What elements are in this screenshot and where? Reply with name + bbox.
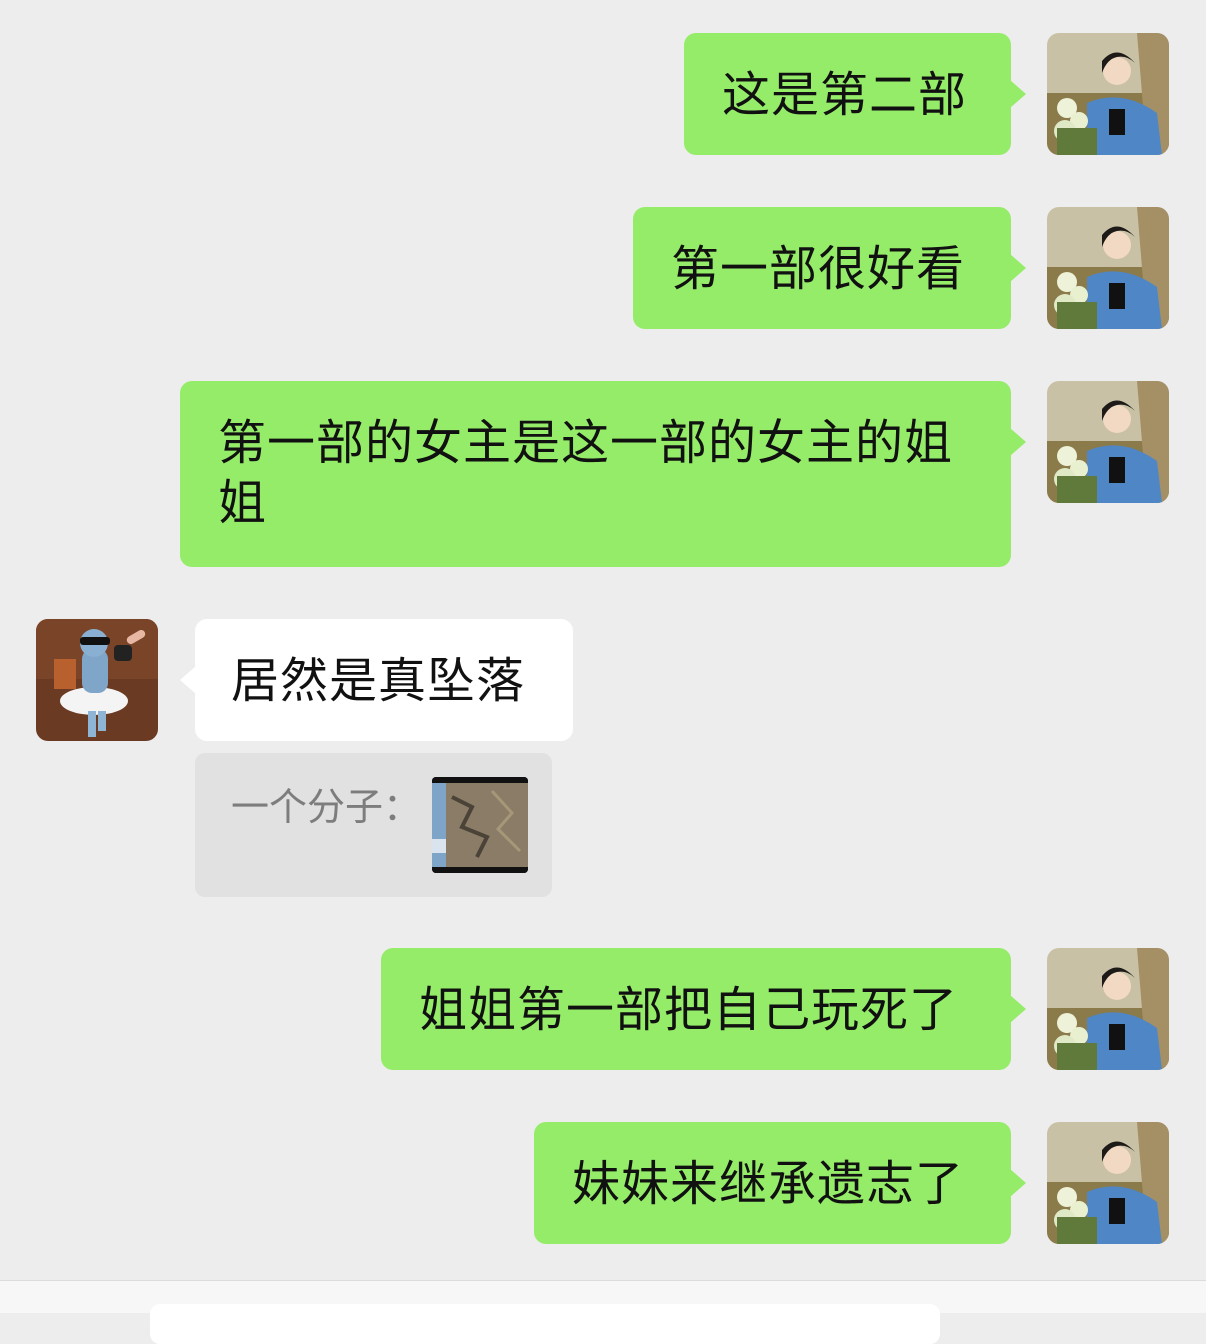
message-bubble[interactable]: 第一部的女主是这一部的女主的姐姐: [180, 381, 1011, 567]
image-thumbnail-icon: [432, 777, 528, 873]
message-bubble[interactable]: 姐姐第一部把自己玩死了: [381, 948, 1011, 1070]
bubble-tail: [1010, 428, 1026, 456]
woman-with-flowers-icon: [1047, 1122, 1169, 1244]
message-input[interactable]: [150, 1304, 940, 1344]
quoted-message[interactable]: 一个分子：: [195, 753, 552, 897]
bubble-tail: [1010, 995, 1026, 1023]
quote-text: 一个分子：: [231, 785, 422, 829]
message-bubble[interactable]: 居然是真坠落: [195, 619, 573, 741]
message-bubble[interactable]: 第一部很好看: [633, 207, 1011, 329]
message-text: 居然是真坠落: [231, 653, 526, 709]
woman-with-flowers-icon: [1047, 948, 1169, 1070]
bubble-tail: [1010, 80, 1026, 108]
my-avatar[interactable]: [1047, 207, 1169, 329]
bubble-tail: [1010, 1169, 1026, 1197]
woman-with-flowers-icon: [1047, 33, 1169, 155]
message-bubble[interactable]: 妹妹来继承遗志了: [534, 1122, 1011, 1244]
bubble-tail: [1010, 254, 1026, 282]
message-text: 这是第二部: [722, 67, 968, 123]
ballerina-figurine-icon: [36, 619, 158, 741]
my-avatar[interactable]: [1047, 1122, 1169, 1244]
my-avatar[interactable]: [1047, 381, 1169, 503]
my-avatar[interactable]: [1047, 948, 1169, 1070]
woman-with-flowers-icon: [1047, 207, 1169, 329]
message-bubble[interactable]: 这是第二部: [684, 33, 1011, 155]
my-avatar[interactable]: [1047, 33, 1169, 155]
quote-image-thumbnail[interactable]: [432, 777, 528, 873]
contact-avatar[interactable]: [36, 619, 158, 741]
message-text: 妹妹来继承遗志了: [572, 1156, 965, 1212]
message-text: 第一部的女主是这一部的女主的姐姐: [218, 415, 954, 531]
message-text: 姐姐第一部把自己玩死了: [419, 982, 959, 1038]
bubble-tail: [180, 666, 196, 694]
woman-with-flowers-icon: [1047, 381, 1169, 503]
message-text: 第一部很好看: [671, 241, 966, 297]
